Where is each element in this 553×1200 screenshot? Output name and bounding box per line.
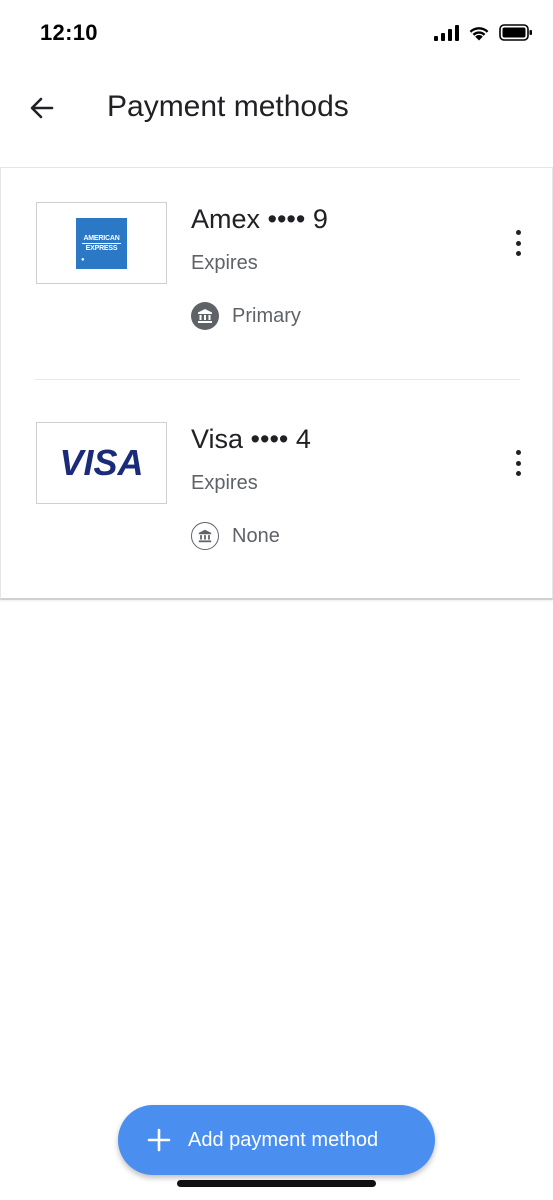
status-icons	[434, 24, 533, 41]
billing-status: Primary	[191, 302, 301, 330]
status-label: Primary	[232, 304, 301, 327]
back-button[interactable]	[26, 92, 58, 124]
signal-icon	[434, 24, 459, 41]
add-payment-method-button[interactable]: Add payment method	[118, 1105, 435, 1175]
more-vertical-icon	[515, 230, 521, 235]
card-name: Amex •••• 9	[191, 204, 328, 234]
status-time: 12:10	[40, 20, 98, 45]
status-bar: 12:10	[0, 0, 553, 70]
payment-method-visa[interactable]: VISA Visa •••• 4 Expires None	[1, 388, 552, 603]
battery-icon	[499, 24, 532, 41]
amex-logo-mark: AMERICAN EXPRESS ●	[76, 217, 127, 269]
add-payment-method-label: Add payment method	[188, 1128, 379, 1151]
app-header: Payment methods	[0, 70, 553, 160]
plus-icon	[147, 1128, 171, 1152]
bank-icon	[191, 522, 219, 550]
page-title: Payment methods	[107, 90, 349, 123]
billing-status: None	[191, 522, 280, 550]
amex-logo-text-line1: AMERICAN	[82, 234, 121, 244]
bank-icon	[191, 302, 219, 330]
visa-logo-text: VISA	[59, 442, 144, 483]
card-name: Visa •••• 4	[191, 424, 311, 454]
more-options-button[interactable]	[506, 448, 530, 478]
status-label: None	[232, 524, 280, 547]
card-expires: Expires	[191, 252, 258, 274]
wifi-icon	[469, 26, 489, 40]
divider	[35, 379, 520, 380]
amex-logo-text-line2: EXPRESS	[85, 244, 118, 252]
amex-registered-mark: ●	[81, 256, 85, 263]
home-indicator	[177, 1180, 376, 1187]
more-options-button[interactable]	[506, 228, 530, 258]
visa-logo: VISA	[36, 422, 167, 504]
payment-methods-list: AMERICAN EXPRESS ● Amex •••• 9 Expires P…	[0, 167, 553, 600]
card-expires: Expires	[191, 472, 258, 494]
more-vertical-icon	[515, 450, 521, 455]
amex-logo: AMERICAN EXPRESS ●	[36, 202, 167, 284]
arrow-left-icon	[30, 97, 54, 119]
payment-method-amex[interactable]: AMERICAN EXPRESS ● Amex •••• 9 Expires P…	[1, 168, 552, 383]
